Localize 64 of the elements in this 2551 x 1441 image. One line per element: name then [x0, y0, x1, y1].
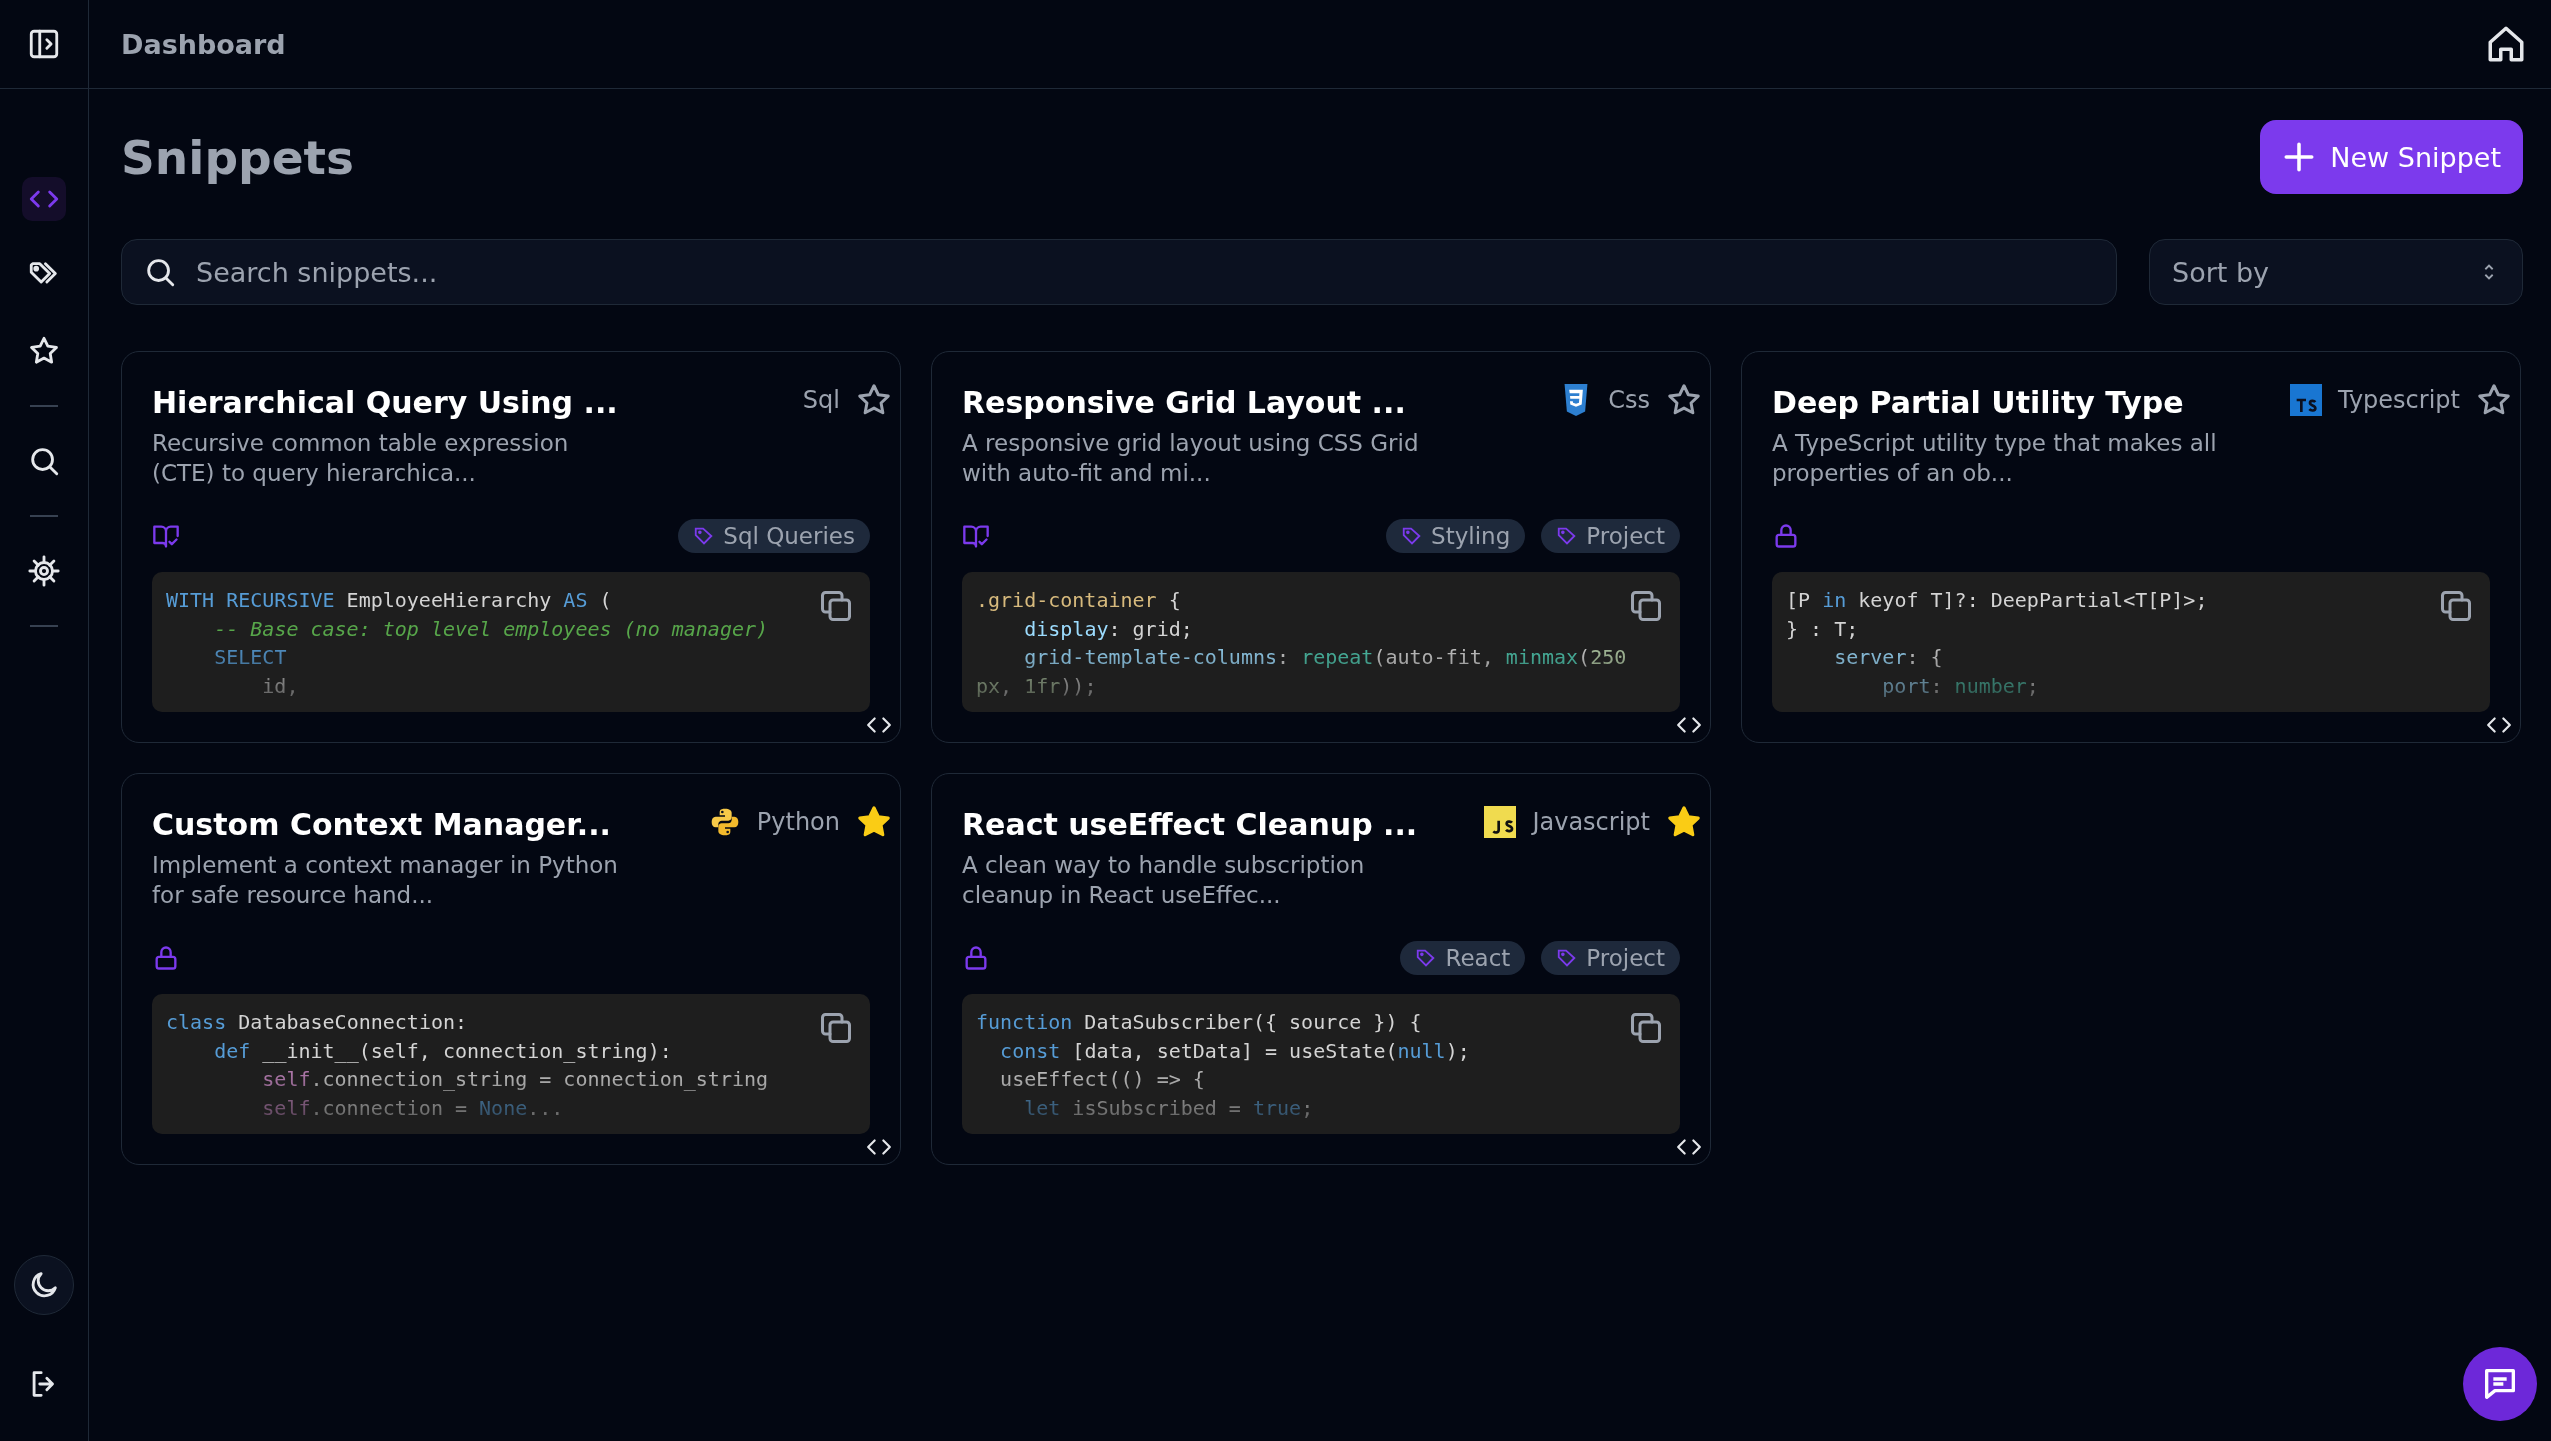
- snippet-description: Implement a context manager in Python for safe resource hand...: [152, 851, 619, 910]
- code-nav-button[interactable]: [22, 177, 66, 221]
- code-line: display: grid;: [1023, 615, 1193, 643]
- code-line: class DatabaseConnection:: [166, 1009, 468, 1036]
- sort-dropdown[interactable]: Sort by: [2149, 239, 2523, 305]
- code-line: grid-template-columns: repeat(auto-fit, minmax(250px, 1fr));: [976, 644, 1628, 700]
- copy-icon[interactable]: [1628, 1010, 1664, 1046]
- expand-code-icon[interactable]: [2486, 716, 2512, 734]
- expand-code-icon[interactable]: [866, 1138, 892, 1156]
- code-line: self.connection = None...: [261, 1094, 564, 1122]
- code-line: useEffect(() => {: [999, 1066, 1205, 1093]
- code-line: WITH RECURSIVE EmployeeHierarchy AS (: [166, 587, 612, 614]
- javascript-logo-icon: [1484, 806, 1517, 838]
- expand-code-icon[interactable]: [1676, 1138, 1702, 1156]
- code-line: function DataSubscriber({ source }) {: [976, 1009, 1422, 1036]
- snippet-title: Responsive Grid Layout ...: [962, 384, 1406, 422]
- settings-icon: [27, 554, 61, 588]
- code-line: def __init__(self, connection_string):: [213, 1037, 672, 1065]
- code-line: server: {: [1833, 644, 1943, 671]
- language-label: Javascript: [1532, 808, 1650, 836]
- language-label: Css: [1608, 386, 1650, 414]
- tag-chip[interactable]: Project: [1541, 941, 1680, 975]
- code-line: let isSubscribed = true;: [1023, 1094, 1314, 1122]
- page-breadcrumb: Dashboard: [121, 28, 286, 60]
- code-line: } : T;: [1786, 615, 1859, 643]
- copy-icon[interactable]: [2438, 588, 2474, 624]
- tag-chip[interactable]: React: [1400, 941, 1526, 975]
- language-label: Python: [756, 808, 840, 836]
- tag-chip[interactable]: Sql Queries: [678, 519, 870, 553]
- new-snippet-button[interactable]: New Snippet: [2260, 120, 2523, 194]
- page-title: Snippets: [121, 129, 355, 185]
- code-line: const [data, setData] = useState(null);: [999, 1037, 1470, 1065]
- code-line: port: number;: [1881, 672, 2039, 700]
- expand-code-icon[interactable]: [1676, 716, 1702, 734]
- tag-chip[interactable]: Project: [1541, 519, 1680, 553]
- sidebar-toggle-icon[interactable]: [27, 27, 61, 61]
- code-line: -- Base case: top level employees (no manager): [213, 615, 769, 643]
- copy-icon[interactable]: [818, 588, 854, 624]
- snippet-card[interactable]: [121, 773, 901, 1165]
- search-field[interactable]: Search snippets...: [121, 239, 2117, 305]
- snippet-description: A clean way to handle subscription cleanup in React useEffec...: [962, 851, 1366, 910]
- code-line: self.connection_string = connection_string: [261, 1066, 769, 1093]
- tag-chip[interactable]: Styling: [1386, 519, 1526, 553]
- snippet-title: React useEffect Cleanup ...: [962, 806, 1418, 844]
- snippet-card[interactable]: [931, 351, 1711, 743]
- copy-icon[interactable]: [1628, 588, 1664, 624]
- snippet-description: A responsive grid layout using CSS Grid with auto-fit and mi...: [962, 429, 1420, 488]
- snippet-title: Custom Context Manager...: [152, 806, 611, 844]
- snippet-description: A TypeScript utility type that makes all properties of an ob...: [1772, 429, 2218, 488]
- snippet-description: Recursive common table expression (CTE) to query hierarchica...: [152, 429, 570, 488]
- code-line: id,: [261, 672, 299, 700]
- snippet-title: Hierarchical Query Using ...: [152, 384, 618, 422]
- expand-code-icon[interactable]: [866, 716, 892, 734]
- snippet-card[interactable]: Deep Partial Utility Type Typescript A TypeScript utility type that makes all properties of an ob... [P in keyof T]?: DeepPartial<T[P]>; } : T; server: { port: number;: [1741, 351, 2521, 743]
- snippet-card[interactable]: [931, 773, 1711, 1165]
- code-line: SELECT: [213, 644, 287, 671]
- snippet-title: Deep Partial Utility Type: [1772, 384, 2184, 422]
- code-line: .grid-container {: [976, 587, 1181, 614]
- code-line: [P in keyof T]?: DeepPartial<T[P]>;: [1786, 587, 2208, 614]
- copy-icon[interactable]: [818, 1010, 854, 1046]
- snippet-card[interactable]: [121, 351, 901, 743]
- typescript-logo-icon: [2290, 384, 2322, 416]
- language-label: Typescript: [2338, 386, 2460, 414]
- language-label: Sql: [802, 386, 840, 414]
